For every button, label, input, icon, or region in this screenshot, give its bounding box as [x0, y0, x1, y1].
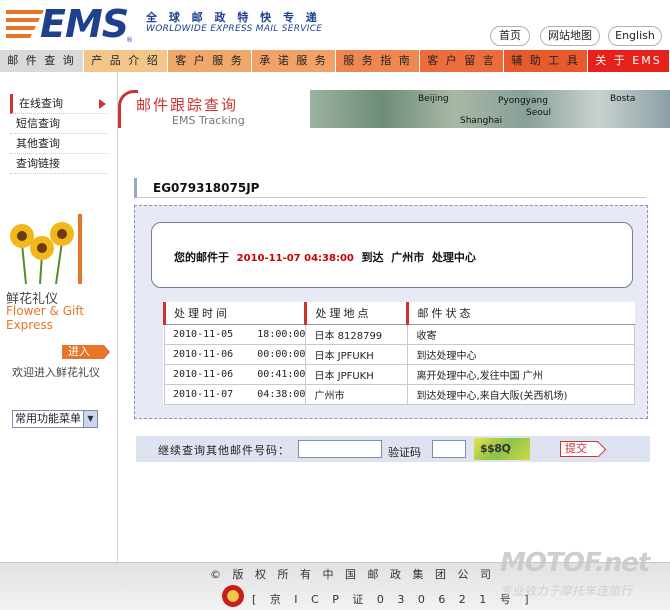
map-image: Beijing Pyongyang Seoul Shanghai Bosta — [310, 90, 670, 128]
flower-divider — [78, 214, 82, 284]
sidebar-item-online-query[interactable]: 在线查询 — [10, 94, 108, 114]
result-panel: 您的邮件于 2010-11-07 04:38:00 到达 广州市 处理中心 处理… — [134, 205, 648, 419]
cell-place: 日本 8128799 — [305, 323, 409, 345]
cell-time: 2010-11-07 04:38:00 — [163, 383, 307, 405]
nav-item-about-ems[interactable]: 关 于 EMS — [588, 50, 670, 72]
table-row: 2010-11-05 18:00:00 日本 8128799 收寄 — [163, 323, 635, 345]
nav-item-mail-query[interactable]: 邮 件 查 询 — [0, 50, 84, 72]
tracking-banner: 邮件跟踪查询 EMS Tracking Beijing Pyongyang Se… — [118, 90, 670, 128]
sidebar-item-label: 在线查询 — [19, 97, 63, 110]
sidebar-item-label: 其他查询 — [16, 137, 60, 150]
cell-time: 2010-11-06 00:41:00 — [163, 363, 307, 385]
flower-enter-button[interactable]: 进入 — [62, 345, 110, 359]
sidebar-item-other-query[interactable]: 其他查询 — [10, 134, 108, 154]
table-header-row: 处理时间 处理地点 邮件状态 — [162, 302, 635, 325]
header-place: 处理地点 — [304, 302, 408, 325]
tracking-number-bar: EG079318075JP — [134, 178, 646, 198]
watermark-logo: MOTOF.net — [500, 548, 650, 578]
function-menu-select[interactable]: 常用功能菜单 ▼ — [12, 410, 98, 428]
nav-item-tools[interactable]: 辅 助 工 具 — [504, 50, 588, 72]
map-label: Beijing — [418, 94, 449, 104]
arrow-right-icon — [99, 99, 106, 109]
chevron-down-icon[interactable]: ▼ — [83, 411, 97, 427]
ems-page: EMS ® 全 球 邮 政 特 快 专 递 WORLDWIDE EXPRESS … — [0, 0, 670, 610]
tagline-cn: 全 球 邮 政 特 快 专 递 — [146, 11, 321, 24]
cell-status: 离开处理中心,发往中国 广州 — [407, 363, 635, 385]
banner-title-en: EMS Tracking — [172, 114, 245, 127]
national-emblem-icon — [222, 585, 244, 607]
sidebar-item-sms-query[interactable]: 短信查询 — [10, 114, 108, 134]
cell-time: 2010-11-05 18:00:00 — [163, 323, 307, 345]
copyright-text: © 版 权 所 有 中 国 邮 政 集 团 公 司 — [210, 568, 495, 581]
continue-query-bar: 继续查询其他邮件号码： 验证码 $$8Q 提交 — [136, 436, 650, 462]
nav-item-commitment[interactable]: 承 诺 服 务 — [252, 50, 336, 72]
nav-item-customer-message[interactable]: 客 户 留 言 — [420, 50, 504, 72]
captcha-input[interactable] — [432, 440, 466, 458]
cell-place: 日本 JPFUKH — [305, 343, 409, 365]
status-prefix: 您的邮件于 — [174, 251, 229, 264]
map-label: Shanghai — [460, 116, 503, 126]
cell-status: 收寄 — [407, 323, 635, 345]
submit-button[interactable]: 提交 — [560, 441, 598, 457]
sunflower-image — [10, 222, 74, 284]
nav-item-products[interactable]: 产 品 介 绍 — [84, 50, 168, 72]
captcha-label: 验证码 — [388, 446, 421, 459]
english-link[interactable]: English — [608, 26, 662, 46]
status-time: 2010-11-07 04:38:00 — [236, 253, 354, 264]
cell-place: 日本 JPFUKH — [305, 363, 409, 385]
sidebar-item-label: 短信查询 — [16, 117, 60, 130]
main-nav: 邮 件 查 询 产 品 介 绍 客 户 服 务 承 诺 服 务 服 务 指 南 … — [0, 50, 670, 72]
table-row: 2010-11-07 04:38:00 广州市 到达处理中心,来自大阪(关西机场… — [163, 383, 635, 405]
captcha-image[interactable]: $$8Q — [474, 438, 530, 460]
side-menu: 在线查询 短信查询 其他查询 查询链接 — [10, 94, 108, 174]
cell-status: 到达处理中心,来自大阪(关西机场) — [407, 383, 635, 405]
ems-logo[interactable]: EMS — [40, 4, 129, 44]
banner-arc-decoration — [118, 90, 138, 128]
status-suffix: 到达 广州市 处理中心 — [361, 251, 476, 264]
nav-item-customer-service[interactable]: 客 户 服 务 — [168, 50, 252, 72]
tracking-number: EG079318075JP — [153, 181, 260, 195]
tagline-en: WORLDWIDE EXPRESS MAIL SERVICE — [146, 24, 323, 34]
map-label: Seoul — [526, 108, 551, 118]
cell-place: 广州市 — [305, 383, 409, 405]
flower-title-en: Flower & Gift Express — [6, 304, 85, 332]
icp-license[interactable]: [ 京 I C P 证 0 3 0 6 2 1 号 ] — [252, 591, 534, 607]
query-label: 继续查询其他邮件号码： — [158, 444, 290, 457]
cell-time: 2010-11-06 00:00:00 — [163, 343, 307, 365]
header-time: 处理时间 — [162, 302, 306, 325]
sidebar-item-query-links[interactable]: 查询链接 — [10, 154, 108, 174]
header-status: 邮件状态 — [406, 302, 635, 325]
sidebar-item-label: 查询链接 — [16, 157, 60, 170]
registered-mark: ® — [126, 36, 133, 44]
function-menu-value: 常用功能菜单 — [15, 412, 81, 425]
nav-item-service-guide[interactable]: 服 务 指 南 — [336, 50, 420, 72]
watermark-slogan: 专业致力于摩托车连旅行 — [500, 584, 633, 598]
sitemap-link[interactable]: 网站地图 — [540, 26, 600, 46]
table-row: 2010-11-06 00:41:00 日本 JPFUKH 离开处理中心,发往中… — [163, 363, 635, 385]
table-row: 2010-11-06 00:00:00 日本 JPFUKH 到达处理中心 — [163, 343, 635, 365]
map-label: Bosta — [610, 94, 636, 104]
home-link[interactable]: 首页 — [490, 26, 530, 46]
cell-status: 到达处理中心 — [407, 343, 635, 365]
header: EMS ® 全 球 邮 政 特 快 专 递 WORLDWIDE EXPRESS … — [0, 0, 670, 50]
map-label: Pyongyang — [498, 96, 548, 106]
status-box: 您的邮件于 2010-11-07 04:38:00 到达 广州市 处理中心 — [151, 222, 633, 288]
status-line: 您的邮件于 2010-11-07 04:38:00 到达 广州市 处理中心 — [174, 249, 476, 265]
tracking-table: 处理时间 处理地点 邮件状态 2010-11-05 18:00:00 日本 81… — [162, 302, 635, 405]
flower-welcome-text[interactable]: 欢迎进入鲜花礼仪 — [12, 364, 100, 380]
tracking-number-input[interactable] — [298, 440, 382, 458]
sidebar: 在线查询 短信查询 其他查询 查询链接 鲜花礼仪 Flower & Gift E… — [0, 72, 118, 562]
banner-title-cn: 邮件跟踪查询 — [136, 96, 239, 114]
